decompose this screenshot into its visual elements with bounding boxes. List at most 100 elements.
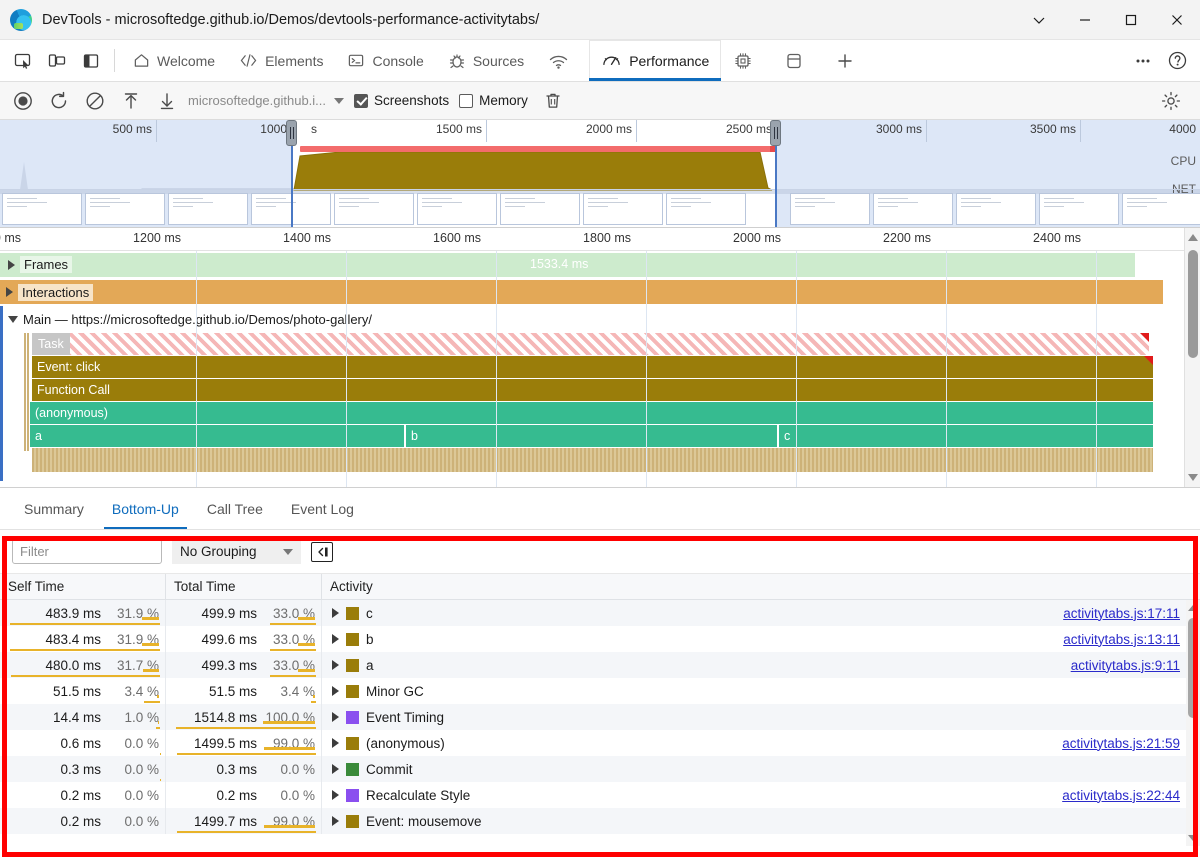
expand-row-icon[interactable]: [332, 660, 339, 670]
track-frames[interactable]: Frames 1533.4 ms: [0, 251, 1200, 278]
table-row[interactable]: 14.4 ms 1.0 % 1514.8 ms 100.0 % Event Timing: [0, 704, 1200, 730]
scroll-down-arrow-icon[interactable]: [1188, 835, 1198, 841]
load-profile-icon[interactable]: [114, 86, 148, 116]
expand-row-icon[interactable]: [332, 738, 339, 748]
more-options-icon[interactable]: [1126, 51, 1160, 71]
flame-bar-function-call[interactable]: Function Call: [32, 379, 1153, 401]
add-panel-button[interactable]: [823, 40, 874, 81]
device-emulation-icon[interactable]: [40, 40, 74, 81]
dock-side-icon[interactable]: [74, 40, 108, 81]
flame-bar-b[interactable]: b: [406, 425, 777, 447]
flame-bar-task[interactable]: Task: [32, 333, 1149, 355]
track-interactions[interactable]: Interactions: [0, 278, 1200, 306]
flame-bars-container[interactable]: Task Event: click Function Call (anonymo…: [0, 333, 1200, 481]
inspect-element-icon[interactable]: [6, 40, 40, 81]
tab-event-log[interactable]: Event Log: [277, 488, 368, 529]
filmstrip-thumbnail[interactable]: [1039, 193, 1119, 225]
grouping-select[interactable]: No Grouping: [172, 539, 301, 564]
tab-memory[interactable]: [721, 40, 772, 81]
screenshot-filmstrip[interactable]: [0, 189, 1200, 227]
save-profile-icon[interactable]: [150, 86, 184, 116]
flame-bar-a[interactable]: a: [30, 425, 404, 447]
memory-checkbox[interactable]: Memory: [459, 93, 528, 108]
chevron-down-icon[interactable]: [1016, 0, 1062, 40]
table-row[interactable]: 51.5 ms 3.4 % 51.5 ms 3.4 % Minor GC: [0, 678, 1200, 704]
close-icon[interactable]: [1154, 0, 1200, 40]
source-link[interactable]: activitytabs.js:17:11: [1063, 606, 1180, 621]
tab-application[interactable]: [772, 40, 823, 81]
table-row[interactable]: 0.2 ms 0.0 % 0.2 ms 0.0 % Recalculate Style a…: [0, 782, 1200, 808]
chevron-right-icon[interactable]: [6, 287, 13, 297]
filmstrip-thumbnail[interactable]: [168, 193, 248, 225]
expand-row-icon[interactable]: [332, 816, 339, 826]
expand-row-icon[interactable]: [332, 634, 339, 644]
table-row[interactable]: 480.0 ms 31.7 % 499.3 ms 33.0 % a activitytab…: [0, 652, 1200, 678]
reload-record-icon[interactable]: [42, 86, 76, 116]
track-main[interactable]: Main — https://microsoftedge.github.io/D…: [0, 306, 1200, 333]
tab-console[interactable]: Console: [335, 40, 435, 81]
maximize-icon[interactable]: [1108, 0, 1154, 40]
filmstrip-thumbnail[interactable]: [956, 193, 1036, 225]
scrollbar-thumb[interactable]: [1188, 250, 1198, 358]
flame-chart[interactable]: 0 ms 1200 ms 1400 ms 1600 ms 1800 ms 200…: [0, 228, 1200, 488]
scroll-up-arrow-icon[interactable]: [1188, 605, 1198, 611]
record-circle-icon[interactable]: [6, 86, 40, 116]
table-row[interactable]: 0.2 ms 0.0 % 1499.7 ms 99.0 % Event: mousemo…: [0, 808, 1200, 834]
filter-input[interactable]: Filter: [12, 539, 162, 564]
frames-track-header[interactable]: Frames: [0, 251, 1200, 278]
flame-bar-anonymous[interactable]: (anonymous): [30, 402, 1153, 424]
tab-performance[interactable]: Performance: [589, 40, 722, 81]
trash-icon[interactable]: [536, 86, 570, 116]
chevron-down-icon[interactable]: [334, 97, 345, 104]
table-row[interactable]: 0.3 ms 0.0 % 0.3 ms 0.0 % Commit: [0, 756, 1200, 782]
tab-welcome[interactable]: Welcome: [121, 40, 227, 81]
bottom-up-table[interactable]: 483.9 ms 31.9 % 499.9 ms 33.0 % c activitytab…: [0, 600, 1200, 846]
expand-row-icon[interactable]: [332, 790, 339, 800]
filmstrip-thumbnail[interactable]: [500, 193, 580, 225]
table-row[interactable]: 483.4 ms 31.9 % 499.6 ms 33.0 % b activitytab…: [0, 626, 1200, 652]
filmstrip-thumbnail[interactable]: [417, 193, 497, 225]
flame-bar-stack-row[interactable]: [32, 448, 1153, 472]
scrollbar-thumb[interactable]: [1188, 618, 1198, 718]
chevron-right-icon[interactable]: [8, 259, 15, 270]
filmstrip-thumbnail[interactable]: [583, 193, 663, 225]
column-header-self-time[interactable]: Self Time: [0, 574, 166, 599]
scroll-up-arrow-icon[interactable]: [1188, 234, 1198, 241]
scroll-down-arrow-icon[interactable]: [1188, 474, 1198, 481]
expand-row-icon[interactable]: [332, 712, 339, 722]
tab-elements[interactable]: Elements: [227, 40, 335, 81]
filmstrip-thumbnail[interactable]: [873, 193, 953, 225]
selection-handle-right[interactable]: [770, 120, 781, 146]
minimize-icon[interactable]: [1062, 0, 1108, 40]
flame-bar-event-click[interactable]: Event: click: [32, 356, 1153, 378]
filmstrip-thumbnail[interactable]: [85, 193, 165, 225]
column-header-total-time[interactable]: Total Time: [166, 574, 322, 599]
chevron-down-icon[interactable]: [8, 316, 18, 323]
expand-row-icon[interactable]: [332, 764, 339, 774]
filmstrip-thumbnail[interactable]: [334, 193, 414, 225]
help-icon[interactable]: [1160, 50, 1194, 71]
clear-recording-icon[interactable]: [78, 86, 112, 116]
screenshots-checkbox[interactable]: Screenshots: [354, 93, 449, 108]
tab-sources[interactable]: Sources: [436, 40, 536, 81]
collapse-sidebar-icon[interactable]: [310, 541, 333, 562]
column-header-activity[interactable]: Activity: [322, 574, 1200, 599]
tab-network[interactable]: [536, 40, 589, 81]
filmstrip-thumbnail[interactable]: [1122, 193, 1200, 225]
filmstrip-thumbnail[interactable]: [2, 193, 82, 225]
flamechart-scrollbar[interactable]: [1184, 228, 1200, 487]
source-link[interactable]: activitytabs.js:22:44: [1062, 788, 1180, 803]
expand-row-icon[interactable]: [332, 608, 339, 618]
main-track-header[interactable]: Main — https://microsoftedge.github.io/D…: [0, 306, 1200, 333]
source-link[interactable]: activitytabs.js:9:11: [1071, 658, 1180, 673]
filmstrip-thumbnail[interactable]: [790, 193, 870, 225]
expand-row-icon[interactable]: [332, 686, 339, 696]
gear-icon[interactable]: [1154, 86, 1188, 116]
table-row[interactable]: 0.6 ms 0.0 % 1499.5 ms 99.0 % (anonymous) act…: [0, 730, 1200, 756]
timeline-overview[interactable]: 500 ms 1000 s 1500 ms 2000 ms 2500 ms 30…: [0, 120, 1200, 228]
table-row[interactable]: 483.9 ms 31.9 % 499.9 ms 33.0 % c activitytab…: [0, 600, 1200, 626]
tab-bottom-up[interactable]: Bottom-Up: [98, 488, 193, 529]
table-scrollbar[interactable]: [1186, 600, 1200, 846]
interactions-track-header[interactable]: Interactions: [0, 278, 1200, 306]
filmstrip-thumbnail[interactable]: [666, 193, 746, 225]
